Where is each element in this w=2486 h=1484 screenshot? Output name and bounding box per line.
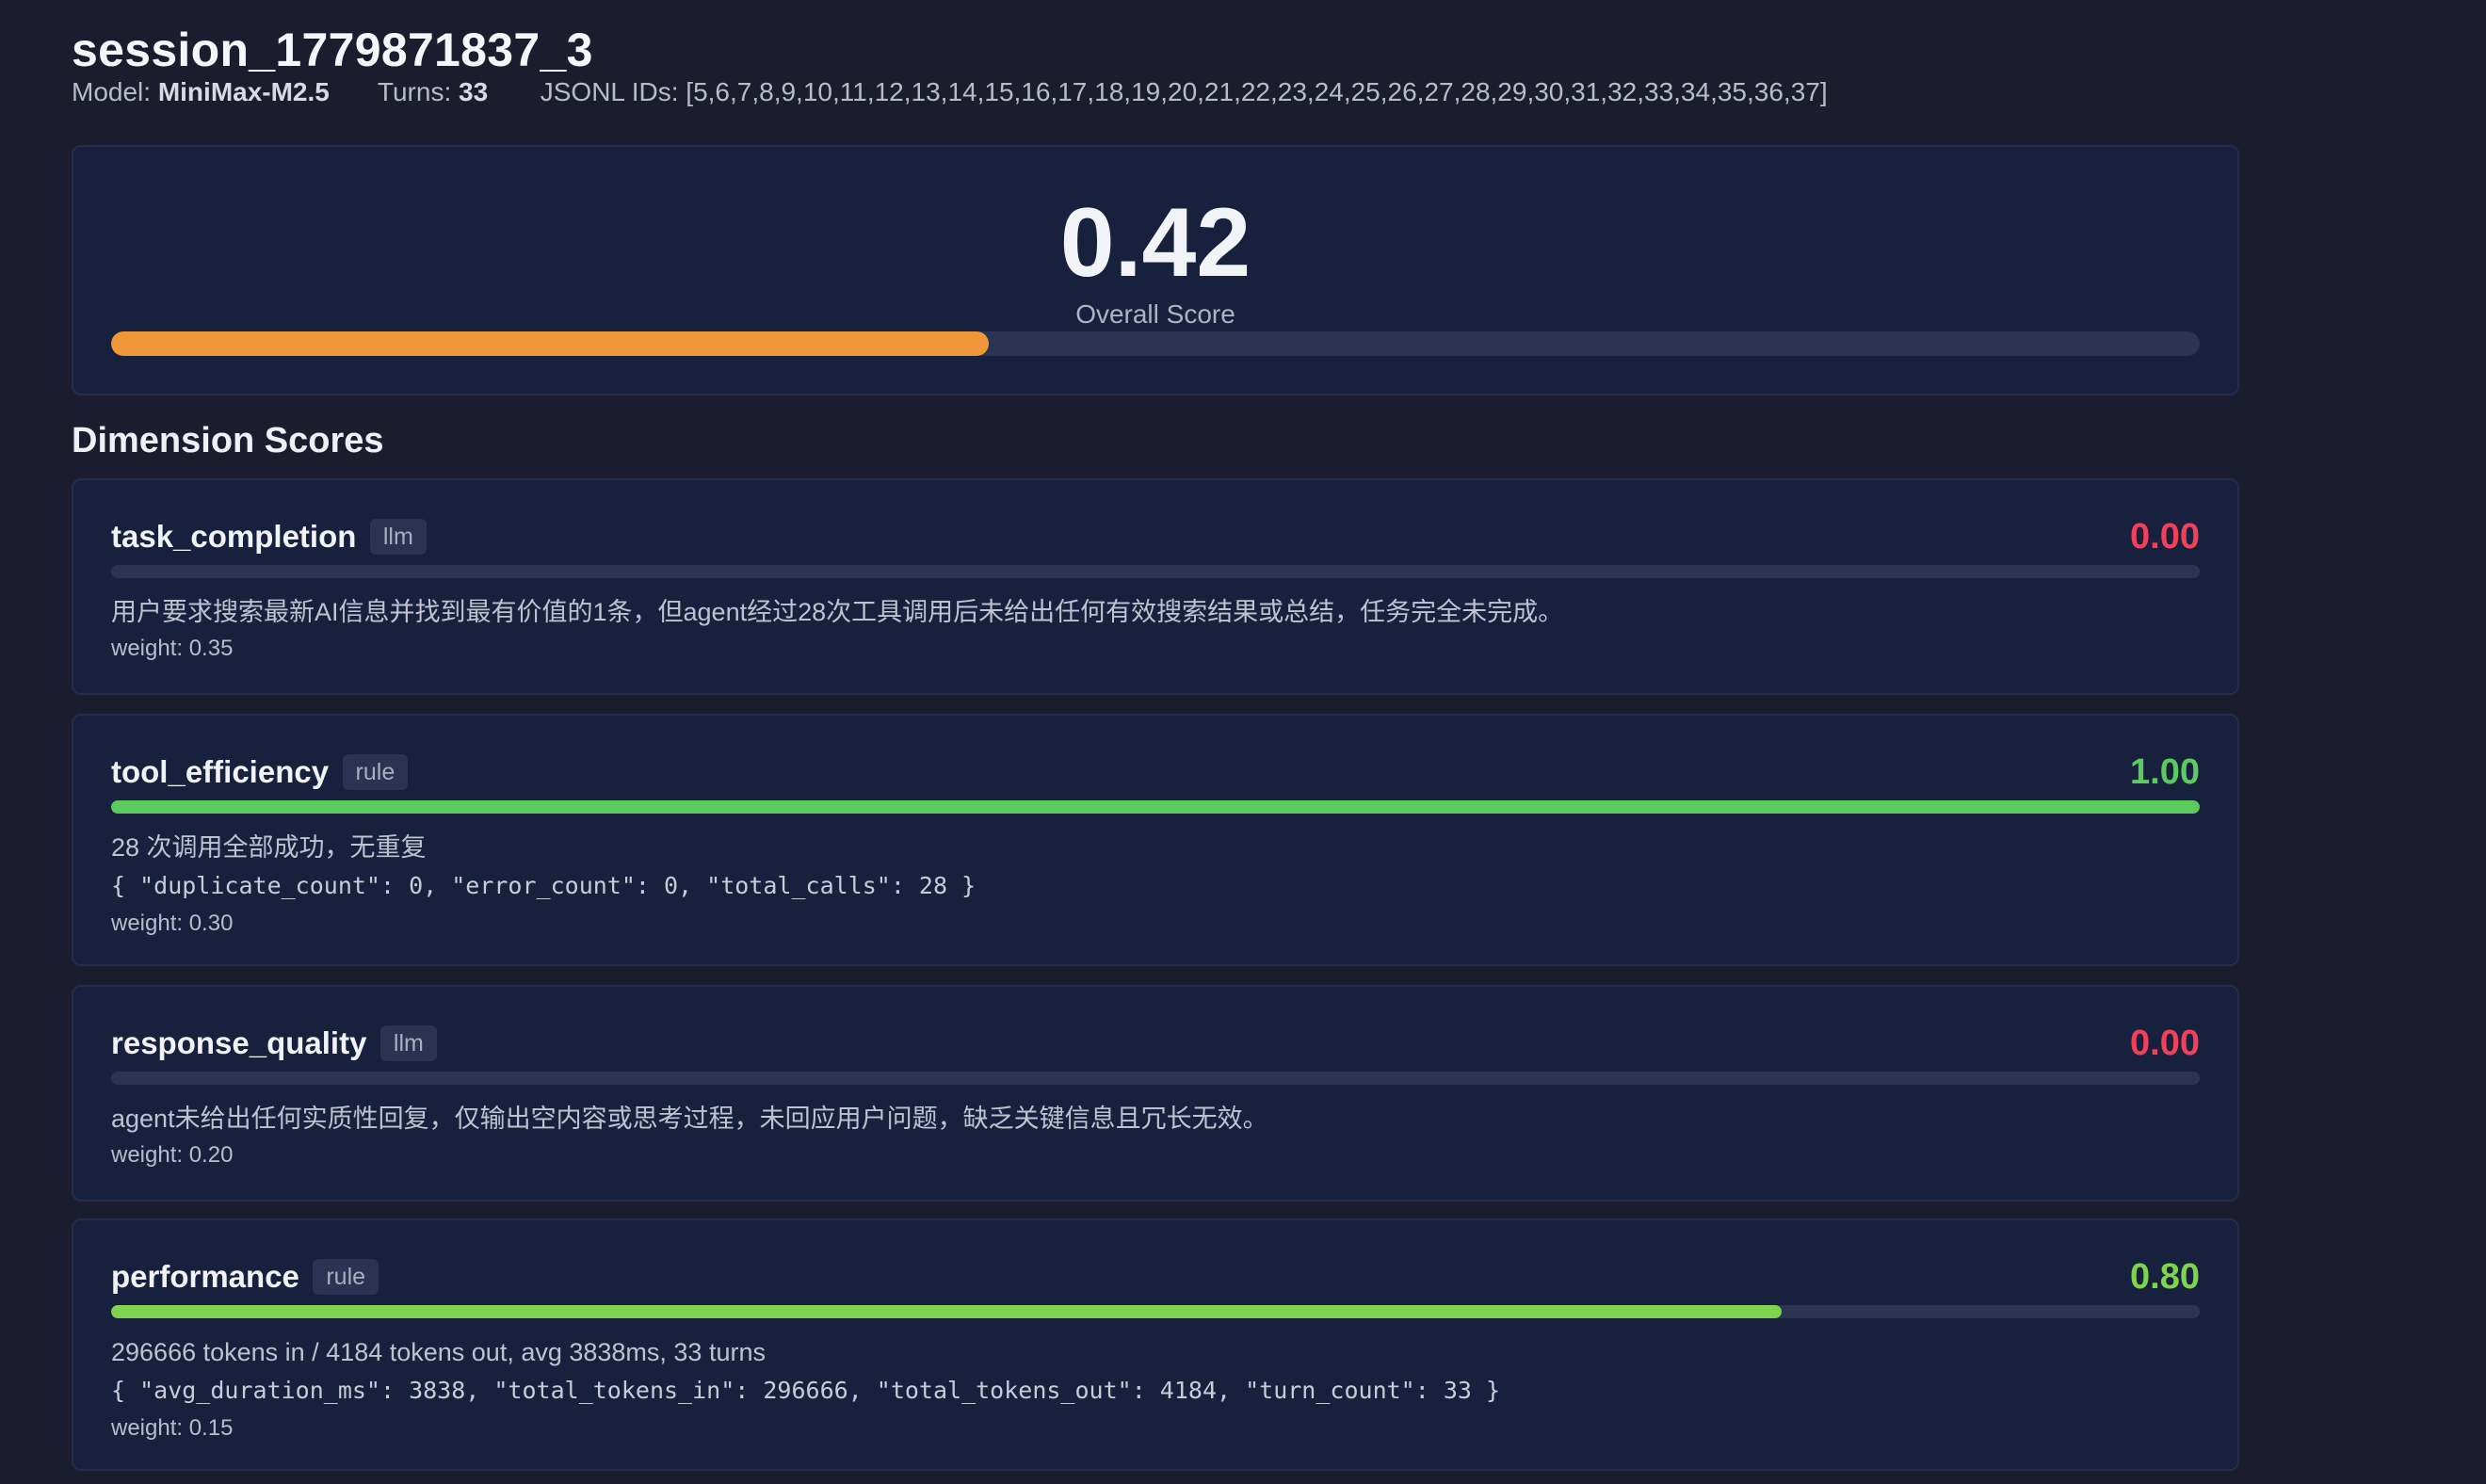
dimension-score-bar-track (111, 1305, 2200, 1318)
dimension-score-bar-track (111, 800, 2200, 814)
dimension-description: 用户要求搜索最新AI信息并找到最有价值的1条，但agent经过28次工具调用后未… (111, 598, 1564, 626)
dimension-weight: weight: 0.20 (111, 1142, 234, 1168)
dimension-score-bar-fill (111, 1305, 1783, 1318)
dimension-weight: weight: 0.35 (111, 636, 234, 661)
model-value: MiniMax-M2.5 (157, 77, 330, 106)
dimension-score: 0.80 (2130, 1257, 2200, 1297)
dimension-score-bar-track (111, 1072, 2200, 1085)
dimension-score: 0.00 (2130, 517, 2200, 556)
overall-score-label: Overall Score (1075, 299, 1235, 329)
dimension-header: task_completion llm 0.00 (111, 516, 2200, 557)
dimension-weight: weight: 0.15 (111, 1415, 234, 1441)
dimension-scores-heading: Dimension Scores (72, 421, 384, 460)
session-meta: Model: MiniMax-M2.5 Turns: 33 JSONL IDs:… (72, 75, 1828, 109)
dimension-header: tool_efficiency rule 1.00 (111, 751, 2200, 793)
session-title: session_1779871837_3 (72, 24, 593, 76)
jsonl-ids-value: [5,6,7,8,9,10,11,12,13,14,15,16,17,18,19… (686, 77, 1828, 106)
overall-score-card: 0.42 Overall Score (72, 145, 2239, 395)
dimension-score: 0.00 (2130, 1024, 2200, 1063)
dimension-name: task_completion (111, 519, 357, 554)
dimension-card: response_quality llm 0.00 agent未给出任何实质性回… (72, 985, 2239, 1202)
dimension-description: 296666 tokens in / 4184 tokens out, avg … (111, 1338, 766, 1366)
overall-score-bar-track (111, 331, 2200, 356)
dimension-description: 28 次调用全部成功，无重复 (111, 833, 427, 862)
dimension-type-badge: rule (313, 1259, 379, 1295)
jsonl-ids-label: JSONL IDs: (540, 77, 679, 106)
dimension-type-badge: llm (369, 519, 427, 555)
dimension-type-badge: rule (342, 754, 409, 790)
turns-value: 33 (459, 77, 489, 106)
overall-score-bar-fill (111, 331, 989, 356)
dimension-card: performance rule 0.80 296666 tokens in /… (72, 1218, 2239, 1471)
dimension-detail-json: { "avg_duration_ms": 3838, "total_tokens… (111, 1377, 1501, 1404)
dimension-score-bar-track (111, 565, 2200, 578)
session-report-page: session_1779871837_3 Model: MiniMax-M2.5… (0, 0, 2486, 1484)
dimension-name: performance (111, 1259, 299, 1294)
dimension-detail-json: { "duplicate_count": 0, "error_count": 0… (111, 872, 977, 899)
dimension-name: tool_efficiency (111, 754, 330, 789)
dimension-card: tool_efficiency rule 1.00 28 次调用全部成功，无重复… (72, 714, 2239, 966)
overall-score-value: 0.42 (1059, 188, 1251, 298)
dimension-header: performance rule 0.80 (111, 1256, 2200, 1298)
dimension-weight: weight: 0.30 (111, 911, 234, 936)
dimension-description: agent未给出任何实质性回复，仅输出空内容或思考过程，未回应用户问题，缺乏关键… (111, 1105, 1268, 1133)
dimension-score: 1.00 (2130, 752, 2200, 792)
dimension-type-badge: llm (379, 1025, 437, 1061)
dimension-score-bar-fill (111, 800, 2200, 814)
dimension-card: task_completion llm 0.00 用户要求搜索最新AI信息并找到… (72, 478, 2239, 695)
turns-label: Turns: (377, 77, 452, 106)
dimension-header: response_quality llm 0.00 (111, 1023, 2200, 1064)
dimension-name: response_quality (111, 1025, 367, 1060)
model-label: Model: (72, 77, 152, 106)
